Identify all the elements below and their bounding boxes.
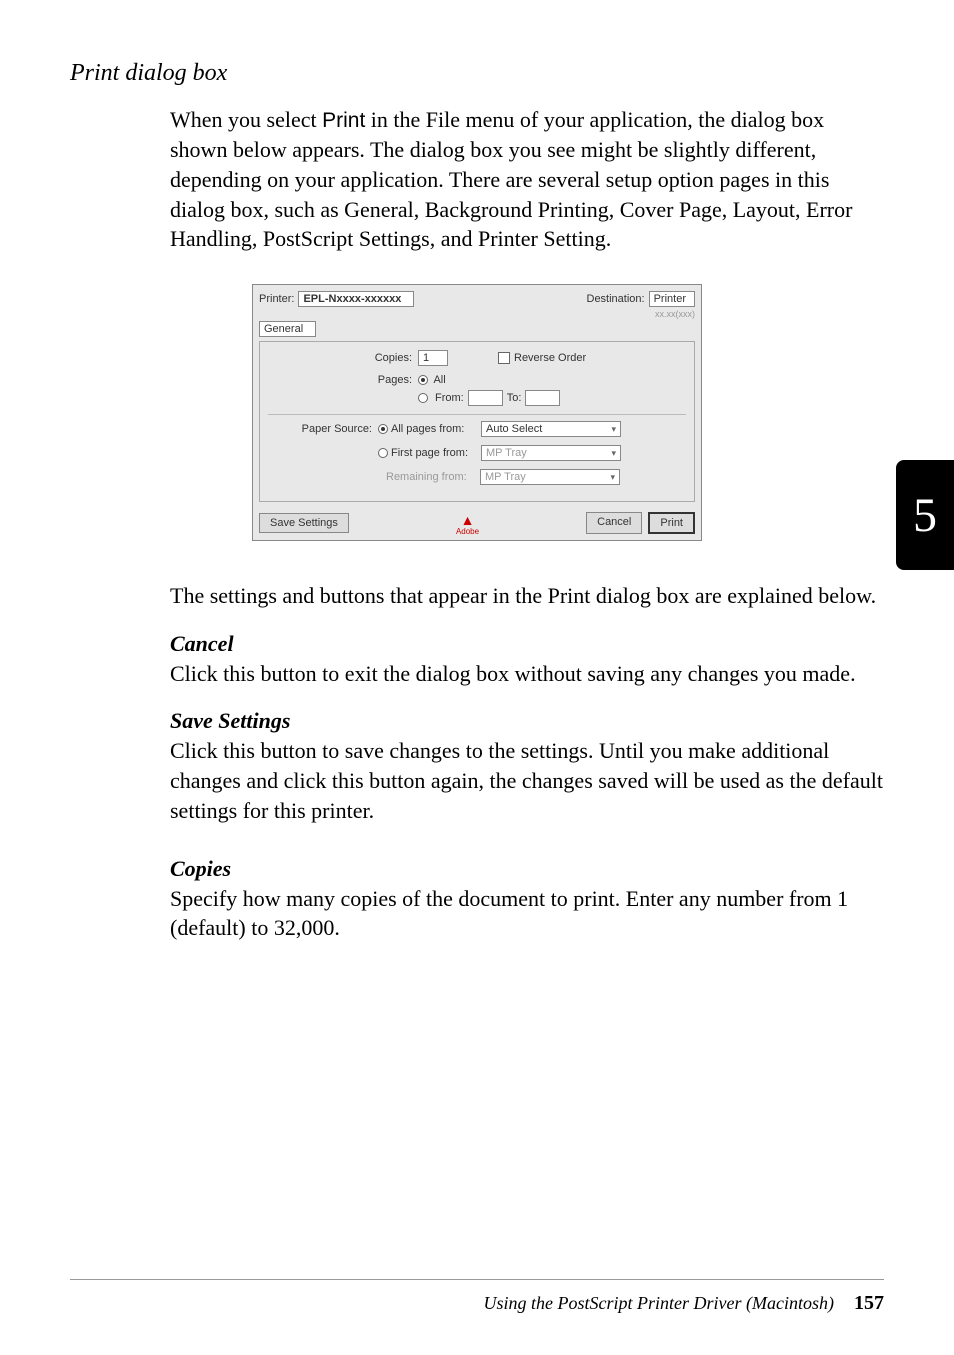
general-panel: Copies: 1 Reverse Order Pages: All <box>259 341 695 502</box>
printer-dropdown[interactable]: EPL-Nxxxx-xxxxxx <box>298 291 414 307</box>
save-settings-heading: Save Settings <box>170 708 884 734</box>
paper-all-label: All pages from: <box>391 423 481 435</box>
adobe-label: Adobe <box>456 527 479 536</box>
copies-heading: Copies <box>170 856 884 882</box>
remaining-dropdown[interactable]: MP Tray ▾ <box>480 469 620 485</box>
paper-first-radio[interactable] <box>378 448 388 458</box>
paper-source-label: Paper Source: <box>268 423 378 435</box>
reverse-order-label: Reverse Order <box>514 352 586 364</box>
save-settings-text: Click this button to save changes to the… <box>170 736 884 825</box>
remaining-value: MP Tray <box>485 471 526 483</box>
copies-label: Copies: <box>268 352 418 364</box>
copies-text: Specify how many copies of the document … <box>170 884 884 943</box>
cancel-text: Click this button to exit the dialog box… <box>170 659 884 689</box>
destination-dropdown[interactable]: Printer <box>649 291 695 307</box>
paper-all-radio[interactable] <box>378 424 388 434</box>
destination-label: Destination: <box>587 293 645 305</box>
first-page-label: First page from: <box>391 447 481 459</box>
after-image-text: The settings and buttons that appear in … <box>170 581 884 611</box>
settings-page-dropdown[interactable]: General <box>259 321 316 337</box>
pages-range-radio[interactable] <box>418 393 428 403</box>
section-title: Print dialog box <box>70 60 884 87</box>
footer-page-number: 157 <box>854 1292 884 1315</box>
remaining-label: Remaining from: <box>386 471 480 483</box>
print-dialog: Printer: EPL-Nxxxx-xxxxxx Destination: P… <box>252 284 702 541</box>
cancel-heading: Cancel <box>170 631 884 657</box>
intro-pre: When you select <box>170 107 322 132</box>
chevron-down-icon: ▾ <box>611 424 616 435</box>
pages-to-label: To: <box>507 392 522 404</box>
pages-from-label: From: <box>435 392 464 404</box>
pages-all-label: All <box>433 374 445 386</box>
chevron-down-icon: ▾ <box>610 472 615 483</box>
page-footer: Using the PostScript Printer Driver (Mac… <box>70 1279 884 1315</box>
dialog-screenshot: Printer: EPL-Nxxxx-xxxxxx Destination: P… <box>70 284 884 541</box>
paper-source-value: Auto Select <box>486 423 542 435</box>
first-page-value: MP Tray <box>486 447 527 459</box>
first-page-dropdown[interactable]: MP Tray ▾ <box>481 445 621 461</box>
pages-from-input[interactable] <box>468 390 503 406</box>
pages-all-radio[interactable] <box>418 375 428 385</box>
cancel-button[interactable]: Cancel <box>586 512 642 534</box>
save-settings-button[interactable]: Save Settings <box>259 513 349 533</box>
chevron-down-icon: ▾ <box>611 448 616 459</box>
print-button[interactable]: Print <box>648 512 695 534</box>
footer-title: Using the PostScript Printer Driver (Mac… <box>484 1293 834 1314</box>
pages-label: Pages: <box>268 374 418 386</box>
pages-to-input[interactable] <box>525 390 560 406</box>
intro-paragraph: When you select Print in the File menu o… <box>170 105 884 254</box>
copies-input[interactable]: 1 <box>418 350 448 366</box>
intro-print-word: Print <box>322 109 365 132</box>
adobe-icon: ▲ Adobe <box>458 513 478 533</box>
paper-source-dropdown[interactable]: Auto Select ▾ <box>481 421 621 437</box>
printer-label: Printer: <box>259 293 294 305</box>
reverse-order-checkbox[interactable] <box>498 352 510 364</box>
chapter-tab: 5 <box>896 460 954 570</box>
version-text: xx.xx(xxx) <box>259 309 695 319</box>
